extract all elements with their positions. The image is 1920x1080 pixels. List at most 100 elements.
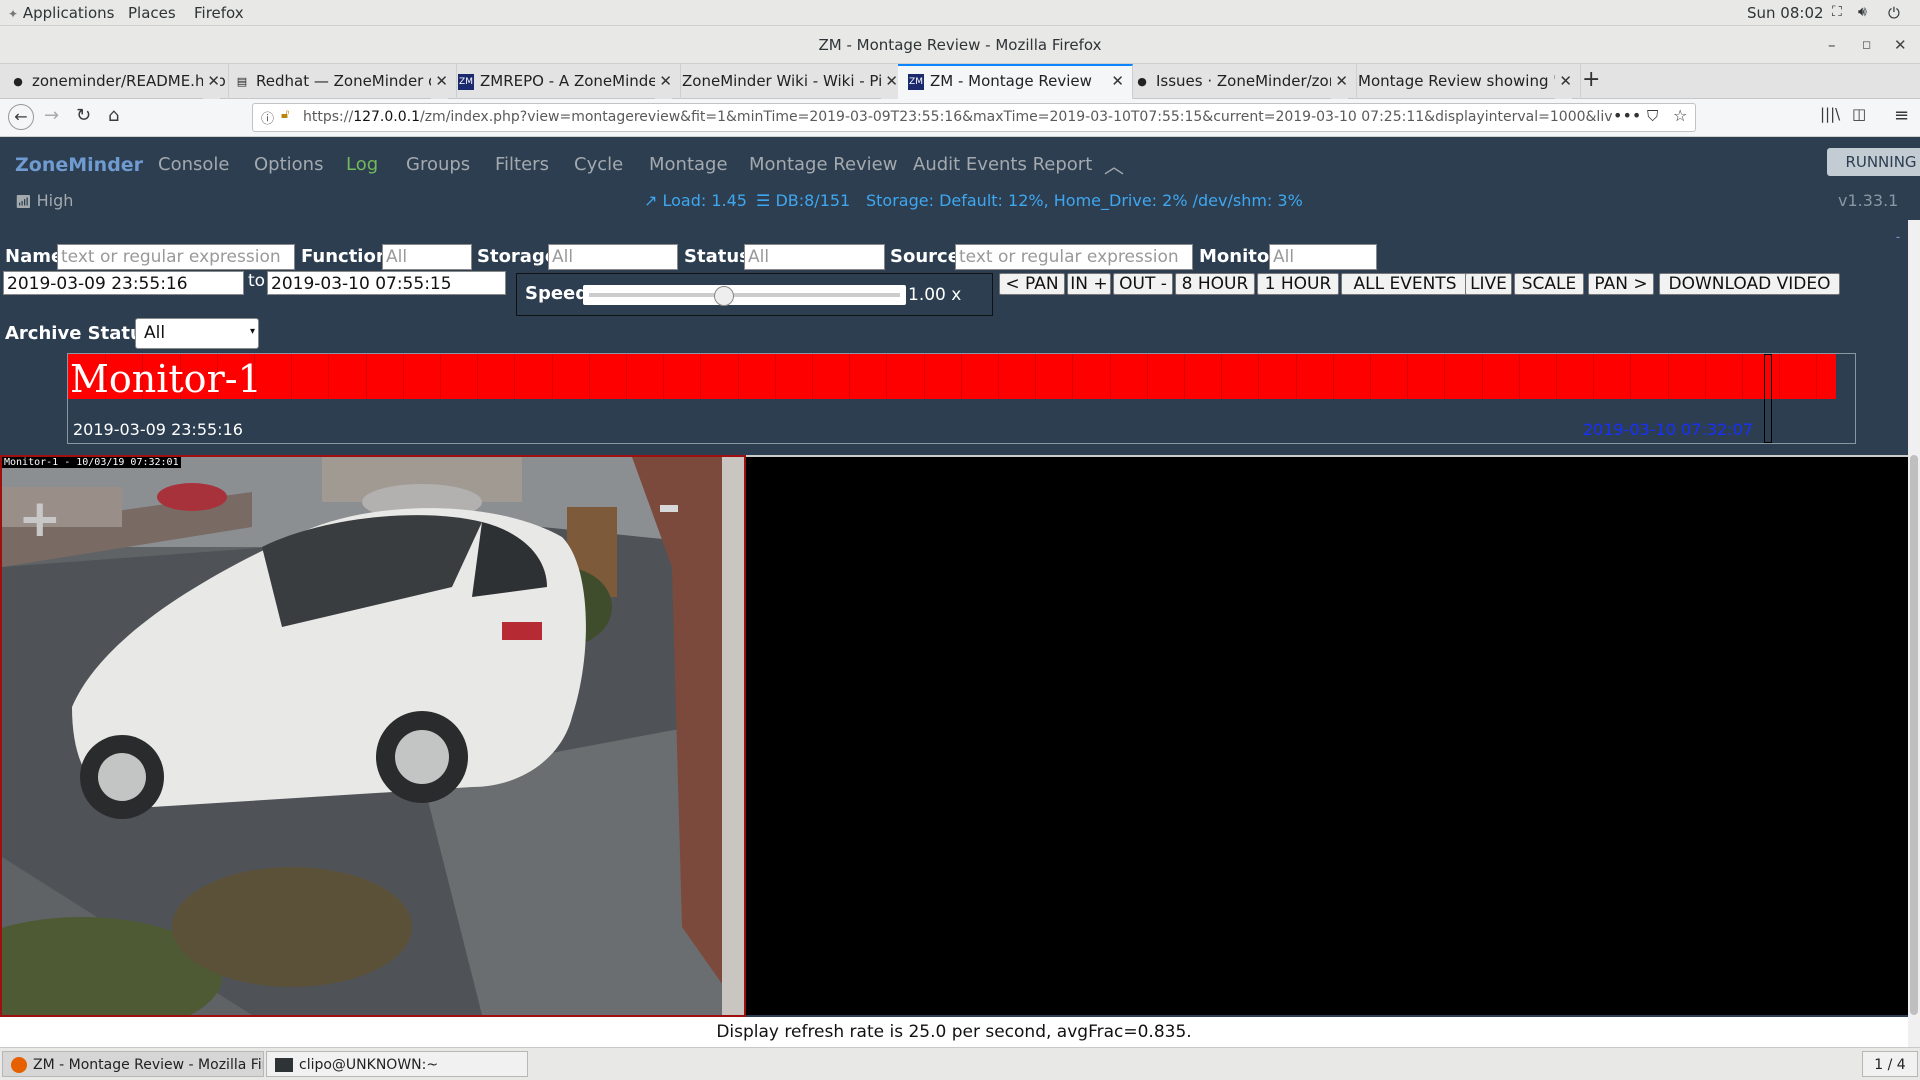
display-refresh-status: Display refresh rate is 25.0 per second,… [0, 1017, 1908, 1047]
url-text[interactable]: https://127.0.0.1/zm/index.php?view=mont… [303, 104, 1613, 131]
timeline-segment-divider [1444, 354, 1445, 399]
zm-header: ZoneMinder Console Options Log Groups Fi… [0, 138, 1920, 220]
tab-readme[interactable]: ● zoneminder/README.http ✕ [0, 64, 229, 99]
taskbar-firefox-window[interactable]: ZM - Montage Review - Mozilla Fire... [2, 1051, 264, 1077]
minimize-icon[interactable]: – [1828, 26, 1836, 64]
all-events-button[interactable]: ALL EVENTS [1341, 273, 1469, 295]
1-hour-button[interactable]: 1 HOUR [1257, 273, 1339, 295]
forward-icon[interactable]: → [44, 105, 59, 126]
new-tab-icon[interactable]: + [1582, 67, 1600, 92]
sidebar-icon[interactable]: ◫ [1852, 105, 1866, 123]
speed-panel: Speed 1.00 x [516, 273, 993, 316]
trend-up-icon: ↗ [644, 191, 658, 210]
speed-slider-thumb[interactable] [714, 286, 734, 306]
event-timeline[interactable]: Monitor-1 2019-03-09 23:55:16 2019-03-10… [67, 353, 1856, 444]
clock[interactable]: Sun 08:02 [1747, 4, 1824, 22]
storage-select[interactable]: All [548, 244, 678, 270]
tab-zmrepo[interactable]: ZM ZMREPO - A ZoneMinder ✕ [448, 64, 681, 99]
nav-montage-review[interactable]: Montage Review [749, 154, 897, 175]
nav-montage[interactable]: Montage [649, 154, 728, 175]
tab-redhat[interactable]: ▤ Redhat — ZoneMinder do ✕ [224, 64, 457, 99]
timeline-event-bar[interactable] [68, 354, 1836, 399]
timeline-cursor[interactable] [1764, 354, 1772, 443]
close-tab-icon[interactable]: ✕ [431, 64, 448, 99]
min-time-input[interactable]: 2019-03-09 23:55:16 [3, 271, 244, 295]
close-tab-icon[interactable]: ✕ [1107, 66, 1124, 97]
volume-icon[interactable]: 🔊︎ [1858, 4, 1867, 20]
function-select[interactable]: All [382, 244, 472, 270]
pocket-icon[interactable]: ⛉ [1647, 107, 1658, 125]
workspace-indicator[interactable]: 1 / 4 [1862, 1051, 1918, 1077]
network-icon[interactable]: ⛶ [1832, 4, 1842, 20]
zoom-in-icon[interactable]: + [18, 493, 62, 545]
tab-issues[interactable]: ● Issues · ZoneMinder/zone ✕ [1124, 64, 1357, 99]
bookmark-star-icon[interactable]: ☆ [1673, 106, 1687, 125]
pan-left-button[interactable]: < PAN [999, 273, 1065, 295]
firefox-app-menu[interactable]: Firefox [194, 4, 244, 22]
version-label[interactable]: v1.33.1 [1838, 191, 1898, 210]
taskbar-terminal-window[interactable]: clipo@UNKNOWN:~ [266, 1051, 528, 1077]
close-tab-icon[interactable]: ✕ [655, 64, 672, 99]
timeline-segment-divider [1110, 354, 1111, 399]
camera-image [2, 457, 744, 1015]
archive-status-value: All [144, 323, 166, 343]
download-video-button[interactable]: DOWNLOAD VIDEO [1659, 273, 1840, 295]
reload-icon[interactable]: ↻ [76, 105, 91, 126]
nav-log[interactable]: Log [346, 154, 378, 175]
source-filter-input[interactable]: text or regular expression [955, 244, 1193, 270]
page-actions-icon[interactable]: ••• [1613, 106, 1641, 125]
hamburger-menu-icon[interactable]: ≡ [1894, 105, 1909, 126]
zoom-out-icon[interactable] [660, 505, 678, 512]
tab-wiki[interactable]: ZoneMinder Wiki - Wiki - Pic ✕ [672, 64, 907, 99]
power-icon[interactable]: ⏻ [1888, 4, 1900, 22]
tab-montage-review[interactable]: ZM ZM - Montage Review ✕ [898, 64, 1133, 101]
speed-slider[interactable] [583, 285, 906, 306]
scale-button[interactable]: SCALE [1514, 273, 1584, 295]
close-window-icon[interactable]: ✕ [1894, 26, 1907, 64]
live-button[interactable]: LIVE [1465, 273, 1512, 295]
zoom-in-button[interactable]: IN + [1067, 273, 1111, 295]
tab-label: Redhat — ZoneMinder do [256, 72, 447, 90]
insecure-lock-icon[interactable]: 🔓︎ [281, 107, 289, 122]
places-menu[interactable]: Places [128, 4, 176, 22]
max-time-input[interactable]: 2019-03-10 07:55:15 [267, 271, 506, 295]
monitor-select[interactable]: All [1269, 244, 1377, 270]
nav-groups[interactable]: Groups [406, 154, 470, 175]
nav-audit-events-report[interactable]: Audit Events Report [913, 154, 1092, 175]
load-stat: ↗ Load: 1.45 [644, 191, 747, 210]
zm-brand-link[interactable]: ZoneMinder [15, 154, 143, 176]
close-tab-icon[interactable]: ✕ [203, 64, 220, 99]
zoom-out-button[interactable]: OUT - [1113, 273, 1173, 295]
status-select[interactable]: All [744, 244, 885, 270]
nav-cycle[interactable]: Cycle [574, 154, 623, 175]
monitor-1-frame[interactable]: Monitor-1 - 10/03/19 07:32:01 + [0, 455, 746, 1017]
archive-status-select[interactable]: All ▾ [135, 318, 259, 349]
close-tab-icon[interactable]: ✕ [1331, 64, 1348, 99]
library-icon[interactable]: |||\ [1820, 105, 1840, 123]
zm-state-badge[interactable]: RUNNING [1827, 148, 1920, 176]
info-icon[interactable]: ⓘ [261, 108, 274, 127]
close-tab-icon[interactable]: ✕ [1555, 64, 1572, 99]
back-icon[interactable]: ← [8, 104, 34, 130]
nav-filters[interactable]: Filters [495, 154, 549, 175]
zm-icon: ZM [908, 73, 924, 90]
firefox-icon [11, 1057, 27, 1073]
applications-label: Applications [22, 4, 115, 22]
timeline-segment-divider [1742, 354, 1743, 399]
collapse-header-icon[interactable]: ︿ [1104, 150, 1124, 179]
nav-console[interactable]: Console [158, 154, 229, 175]
page-scrollbar-thumb[interactable] [1910, 455, 1918, 1015]
8-hour-button[interactable]: 8 HOUR [1175, 273, 1255, 295]
timeline-segment-divider [998, 354, 999, 399]
close-tab-icon[interactable]: ✕ [881, 64, 898, 99]
maximize-icon[interactable]: ◻ [1862, 26, 1871, 64]
url-bar[interactable]: ⓘ 🔓︎ https://127.0.0.1/zm/index.php?view… [252, 103, 1696, 132]
tab-montage-showing[interactable]: Montage Review showing "N ✕ [1348, 64, 1581, 99]
nav-options[interactable]: Options [254, 154, 323, 175]
timeline-segment-divider [700, 354, 701, 399]
home-icon[interactable]: ⌂ [108, 105, 119, 126]
bandwidth-link[interactable]: 📶︎ High [15, 191, 73, 210]
applications-menu[interactable]: ✦ Applications [8, 4, 114, 22]
pan-right-button[interactable]: PAN > [1588, 273, 1654, 295]
name-filter-input[interactable]: text or regular expression [57, 244, 295, 270]
